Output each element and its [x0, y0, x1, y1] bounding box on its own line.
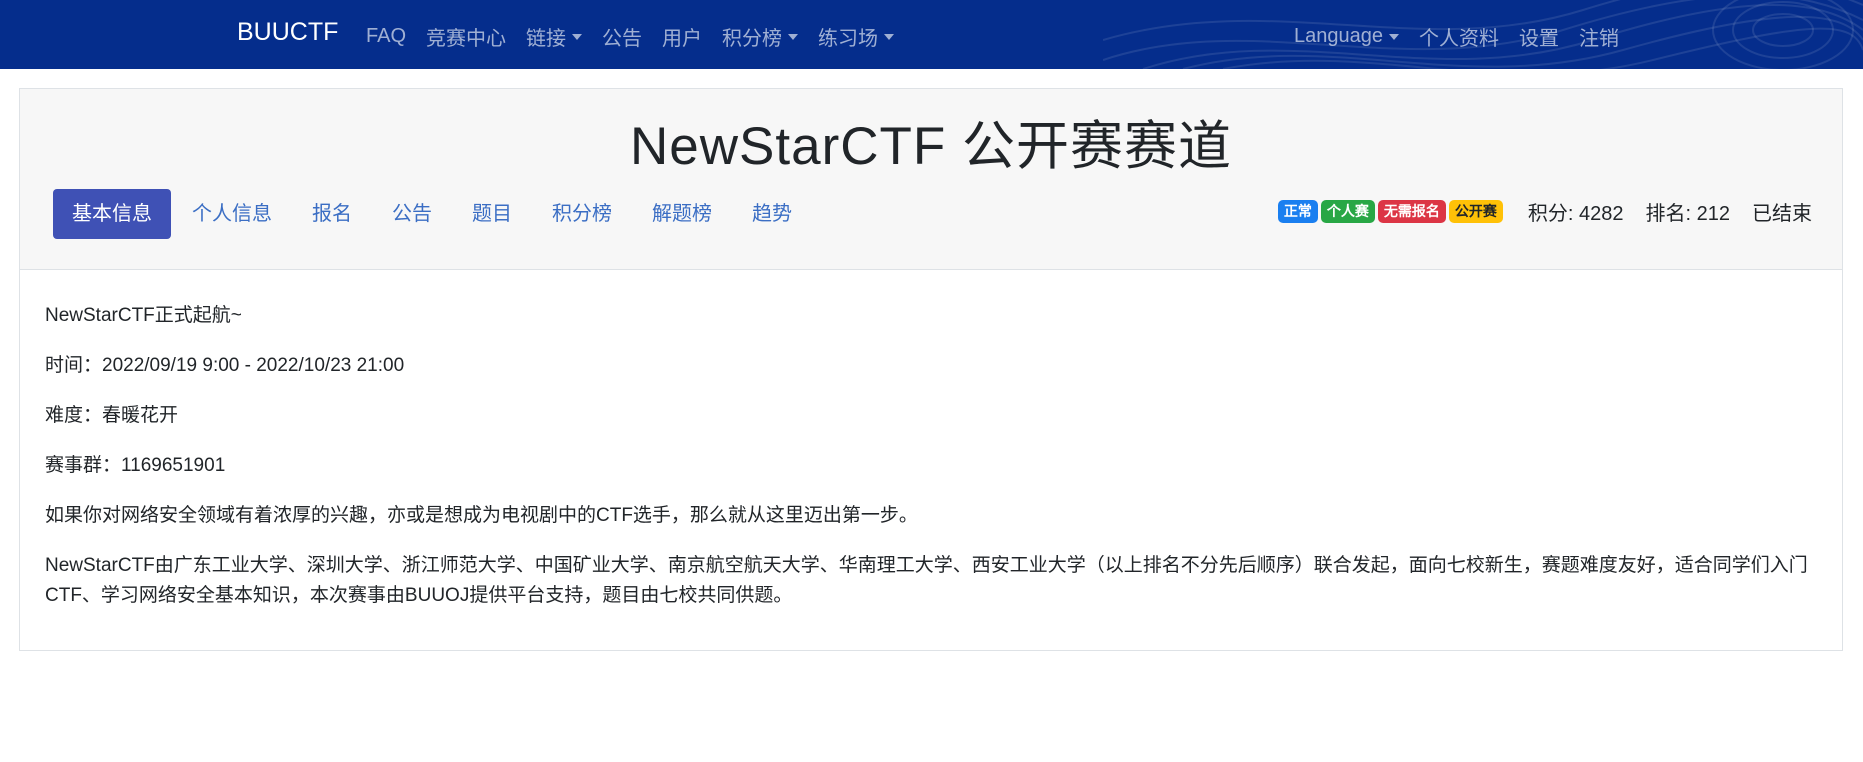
- tab-personal-info[interactable]: 个人信息: [173, 189, 291, 239]
- contest-tabs: 基本信息 个人信息 报名 公告 题目 积分榜 解题榜 趋势: [53, 189, 813, 239]
- nav-logout[interactable]: 注销: [1579, 22, 1619, 51]
- tab-trends[interactable]: 趋势: [733, 189, 811, 239]
- tab-challenges[interactable]: 题目: [453, 189, 531, 239]
- caret-down-icon: [788, 33, 799, 40]
- tab-scoreboard[interactable]: 积分榜: [533, 189, 631, 239]
- nav-scoreboard-dropdown[interactable]: 积分榜: [722, 22, 799, 51]
- description-paragraph: 如果你对网络安全领域有着浓厚的兴趣，亦或是想成为电视剧中的CTF选手，那么就从这…: [45, 505, 918, 526]
- contest-header: NewStarCTF 公开赛赛道 基本信息 个人信息 报名 公告 题目 积分榜 …: [20, 89, 1842, 270]
- top-navbar: BUUCTF FAQ 竞赛中心 链接 公告 用户 积分榜 练习场 Languag…: [0, 0, 1863, 69]
- contest-card: NewStarCTF 公开赛赛道 基本信息 个人信息 报名 公告 题目 积分榜 …: [19, 88, 1843, 651]
- description-paragraph: NewStarCTF由广东工业大学、深圳大学、浙江师范大学、中国矿业大学、南京航…: [45, 555, 1808, 606]
- contest-title: NewStarCTF 公开赛赛道: [630, 117, 1232, 176]
- nav-announcements[interactable]: 公告: [602, 22, 642, 51]
- nav-links-dropdown[interactable]: 链接: [526, 22, 583, 51]
- caret-down-icon: [1388, 33, 1399, 40]
- nav-users[interactable]: 用户: [662, 22, 702, 51]
- nav-profile[interactable]: 个人资料: [1419, 22, 1499, 51]
- tab-register[interactable]: 报名: [293, 189, 371, 239]
- status-badge-normal: 正常: [1277, 200, 1318, 223]
- tab-solves[interactable]: 解题榜: [633, 189, 731, 239]
- nav-faq[interactable]: FAQ: [366, 22, 406, 51]
- nav-left-menu: FAQ 竞赛中心 链接 公告 用户 积分榜 练习场: [366, 22, 914, 51]
- rank-value: 排名: 212: [1645, 203, 1730, 225]
- description-difficulty: 难度：春暖花开: [45, 405, 179, 426]
- nav-language-dropdown[interactable]: Language: [1294, 22, 1399, 51]
- description-paragraph: NewStarCTF正式起航~: [45, 305, 242, 326]
- tab-announcements[interactable]: 公告: [373, 189, 451, 239]
- nav-settings[interactable]: 设置: [1519, 22, 1559, 51]
- contest-status: 已结束: [1752, 203, 1812, 225]
- nav-contest-center[interactable]: 竞赛中心: [426, 22, 506, 51]
- status-badge-no-registration: 无需报名: [1377, 200, 1446, 223]
- contest-status-bar: 正常 个人赛 无需报名 公开赛 积分: 4282 排名: 212 已结束: [1277, 197, 1812, 226]
- tab-basic-info[interactable]: 基本信息: [53, 189, 171, 239]
- caret-down-icon: [884, 33, 895, 40]
- status-badge-public: 公开赛: [1448, 200, 1503, 223]
- nav-right-menu: Language 个人资料 设置 注销: [1294, 22, 1639, 51]
- status-badge-individual: 个人赛: [1320, 200, 1375, 223]
- caret-down-icon: [572, 33, 583, 40]
- brand-logo[interactable]: BUUCTF: [237, 18, 338, 47]
- contest-description: NewStarCTF正式起航~ 时间：2022/09/19 9:00 - 202…: [45, 301, 1835, 631]
- score-value: 积分: 4282: [1527, 203, 1624, 225]
- nav-practice-dropdown[interactable]: 练习场: [818, 22, 895, 51]
- description-time: 时间：2022/09/19 9:00 - 2022/10/23 21:00: [45, 355, 405, 376]
- description-group: 赛事群：1169651901: [45, 455, 226, 476]
